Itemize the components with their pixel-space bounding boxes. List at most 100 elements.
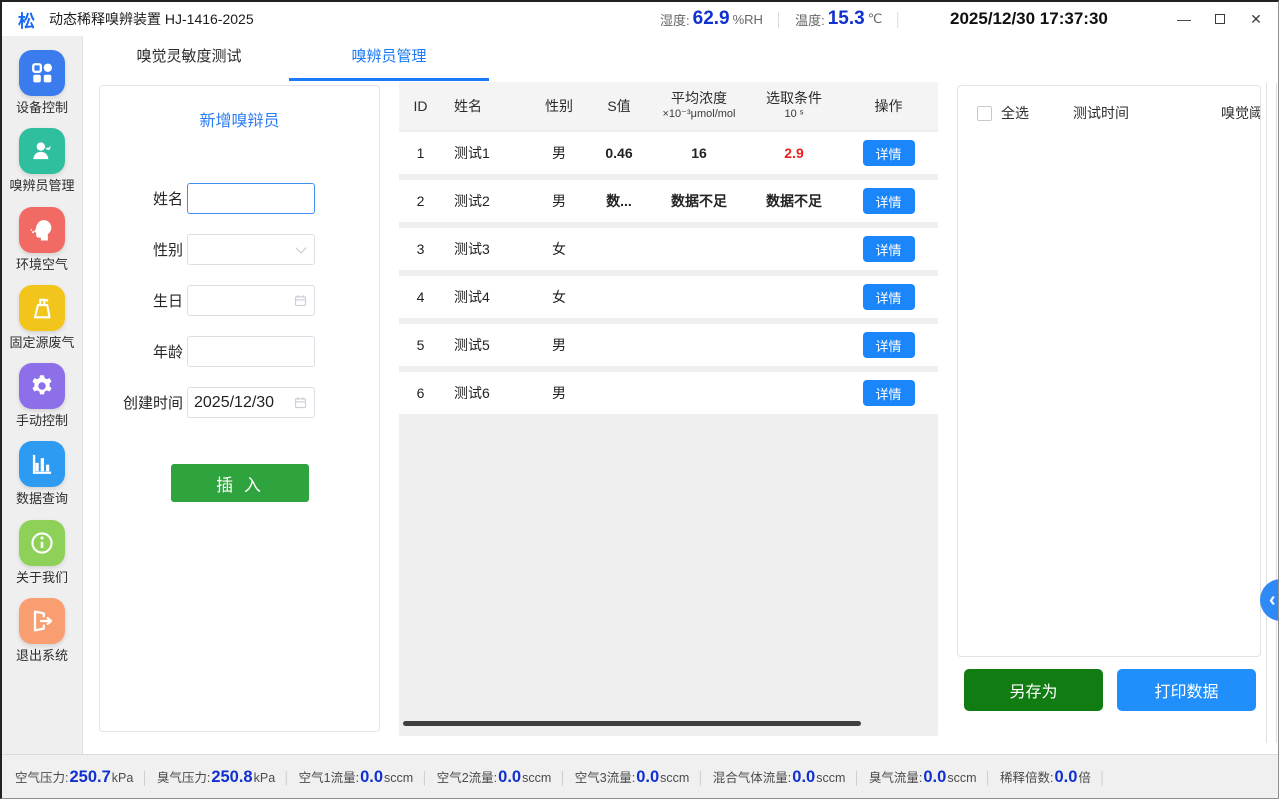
select-all-checkbox[interactable] — [977, 106, 992, 121]
gender-row: 性别 — [100, 234, 379, 265]
sidebar-item[interactable]: 设备控制 — [2, 50, 82, 115]
sidebar-item[interactable]: 关于我们 — [2, 520, 82, 585]
created-row: 创建时间 2025/12/30 — [100, 387, 379, 418]
status-label: 臭气压力: — [157, 767, 210, 786]
gender-label: 性别 — [153, 239, 183, 260]
print-data-button[interactable]: 打印数据 — [1117, 669, 1256, 711]
minimize-button[interactable]: — — [1166, 2, 1202, 36]
table-row[interactable]: 1 测试1 男 0.46 16 2.9 详情 — [399, 132, 938, 174]
table-row[interactable]: 4 测试4 女 详情 — [399, 276, 938, 318]
sidebar-item[interactable]: 数据查询 — [2, 441, 82, 506]
name-input[interactable] — [187, 183, 315, 214]
chevron-down-icon — [295, 242, 306, 253]
sidebar-item[interactable]: 嗅辨员管理 — [2, 128, 82, 193]
birthday-input[interactable] — [187, 285, 315, 316]
detail-button[interactable]: 详情 — [863, 236, 915, 262]
bar-chart-icon — [19, 441, 65, 487]
created-date-input[interactable]: 2025/12/30 — [187, 387, 315, 418]
table-row[interactable]: 2 测试2 男 数... 数据不足 数据不足 详情 — [399, 180, 938, 222]
sidebar-item[interactable]: 退出系统 — [2, 598, 82, 663]
tab-panelist-management[interactable]: 嗅辨员管理 — [289, 36, 489, 81]
age-row: 年龄 — [100, 336, 379, 367]
statusbar: 空气压力: 250.7 kPa │ 臭气压力: 250.8 kPa │ 空气1流… — [2, 754, 1278, 798]
main-area: 嗅觉灵敏度测试 嗅辨员管理 新增嗅辩员 姓名 性别 生日 — [83, 36, 1278, 754]
cell-action: 详情 — [839, 284, 938, 310]
detail-button[interactable]: 详情 — [863, 140, 915, 166]
col-cond-title: 选取条件 — [766, 90, 822, 106]
temperature-value: 15.3 — [828, 8, 865, 30]
divider: │ — [853, 771, 861, 785]
col-svalue: S值 — [589, 96, 649, 116]
status-unit: sccm — [816, 771, 845, 785]
gender-select[interactable] — [187, 234, 315, 265]
detail-button[interactable]: 详情 — [863, 284, 915, 310]
divider: │ — [1099, 771, 1107, 785]
sidebar-item-label: 固定源废气 — [2, 336, 82, 350]
status-unit: sccm — [947, 771, 976, 785]
humidity-value: 62.9 — [693, 8, 730, 30]
status-unit: kPa — [254, 771, 276, 785]
threshold-column-label: 嗅觉阈 — [1221, 103, 1261, 123]
tab-sensitivity-test[interactable]: 嗅觉灵敏度测试 — [89, 36, 289, 81]
status-value: 0.0 — [1054, 768, 1077, 787]
close-button[interactable]: ✕ — [1238, 2, 1274, 36]
col-avg-title: 平均浓度 — [671, 90, 727, 106]
horizontal-scrollbar[interactable] — [403, 721, 861, 726]
status-value: 0.0 — [792, 768, 815, 787]
status-item: 稀释倍数: 0.0 倍 │ — [1000, 767, 1114, 787]
cell-id: 4 — [399, 289, 442, 305]
status-value: 0.0 — [360, 768, 383, 787]
col-name: 姓名 — [442, 96, 529, 116]
cell-gender: 男 — [529, 143, 589, 163]
cell-action: 详情 — [839, 140, 938, 166]
divider: │ — [141, 771, 149, 785]
cell-action: 详情 — [839, 188, 938, 214]
cell-condition: 2.9 — [749, 145, 839, 161]
sidebar-item[interactable]: 固定源废气 — [2, 285, 82, 350]
status-value: 0.0 — [498, 768, 521, 787]
table-row[interactable]: 6 测试6 男 详情 — [399, 372, 938, 414]
status-item: 空气2流量: 0.0 sccm │ — [437, 767, 575, 787]
sidebar-item[interactable]: 环境空气 — [2, 207, 82, 272]
col-avg-unit: ×10⁻³μmol/mol — [663, 108, 736, 121]
status-label: 空气2流量: — [437, 767, 497, 786]
tabbar: 嗅觉灵敏度测试 嗅辨员管理 — [89, 36, 489, 81]
calendar-icon — [293, 293, 308, 308]
detail-button[interactable]: 详情 — [863, 332, 915, 358]
status-value: 0.0 — [923, 768, 946, 787]
birthday-row: 生日 — [100, 285, 379, 316]
sidebar-item-label: 退出系统 — [2, 649, 82, 663]
cell-id: 6 — [399, 385, 442, 401]
table-row[interactable]: 5 测试5 男 详情 — [399, 324, 938, 366]
panel-collapse-toggle[interactable]: ‹ — [1260, 579, 1279, 621]
table-row[interactable]: 3 测试3 女 详情 — [399, 228, 938, 270]
maximize-button[interactable] — [1202, 2, 1238, 36]
cell-name: 测试5 — [442, 335, 529, 355]
detail-button[interactable]: 详情 — [863, 380, 915, 406]
status-value: 0.0 — [636, 768, 659, 787]
save-as-button[interactable]: 另存为 — [964, 669, 1103, 711]
results-panel: 全选 测试时间 嗅觉阈 — [957, 85, 1261, 657]
window-controls: — ✕ — [1166, 2, 1274, 36]
insert-button[interactable]: 插 入 — [171, 464, 309, 502]
age-input[interactable] — [187, 336, 315, 367]
sniff-head-icon — [19, 207, 65, 253]
info-icon — [19, 520, 65, 566]
cell-gender: 男 — [529, 383, 589, 403]
cell-id: 2 — [399, 193, 442, 209]
sidebar-item[interactable]: 手动控制 — [2, 363, 82, 428]
status-unit: sccm — [522, 771, 551, 785]
gear-icon — [19, 363, 65, 409]
scrollbar-track-line — [1266, 83, 1267, 743]
cell-name: 测试2 — [442, 191, 529, 211]
cell-gender: 男 — [529, 191, 589, 211]
results-header: 全选 测试时间 嗅觉阈 — [958, 103, 1260, 123]
window-title: 动态稀释嗅辨装置 HJ-1416-2025 — [49, 9, 254, 29]
cell-svalue: 0.46 — [589, 145, 649, 161]
sidebar-item-label: 嗅辨员管理 — [2, 179, 82, 193]
cell-avg: 16 — [649, 145, 749, 161]
sidebar-item-label: 关于我们 — [2, 571, 82, 585]
detail-button[interactable]: 详情 — [863, 188, 915, 214]
sidebar-item-label: 设备控制 — [2, 101, 82, 115]
cell-action: 详情 — [839, 380, 938, 406]
